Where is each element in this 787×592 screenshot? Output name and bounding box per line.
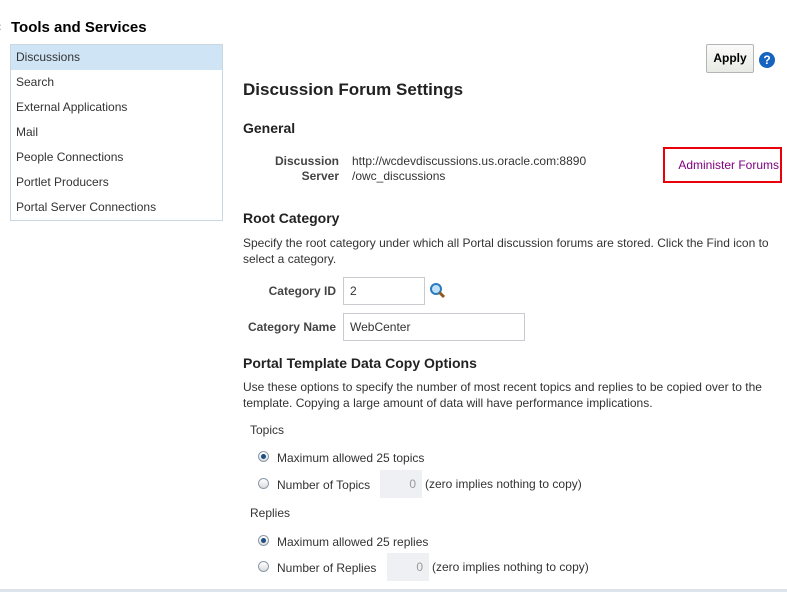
topics-number-radio[interactable] xyxy=(258,478,269,489)
root-category-description: Specify the root category under which al… xyxy=(243,236,769,266)
replies-label: Replies xyxy=(250,506,291,520)
general-heading: General xyxy=(243,120,296,136)
category-name-label: Category Name xyxy=(247,320,336,334)
sidebar-title: Tools and Services xyxy=(11,19,147,36)
topics-hint: (zero implies nothing to copy) xyxy=(425,477,582,491)
page-title: Discussion Forum Settings xyxy=(243,80,464,99)
replies-number-label: Number of Replies xyxy=(277,561,377,575)
replies-number-radio[interactable] xyxy=(258,561,269,572)
sidebar-item-search[interactable]: Search xyxy=(11,70,222,95)
category-name-input[interactable]: WebCenter xyxy=(343,313,525,341)
replies-max-label: Maximum allowed 25 replies xyxy=(277,535,429,549)
topics-max-radio[interactable] xyxy=(258,451,269,462)
copy-options-heading: Portal Template Data Copy Options xyxy=(243,355,477,371)
sidebar-item-portlet-producers[interactable]: Portlet Producers xyxy=(11,170,222,195)
topics-max-label: Maximum allowed 25 topics xyxy=(277,451,425,465)
label-line: Server xyxy=(301,169,339,183)
apply-button[interactable]: Apply xyxy=(706,44,754,73)
topics-label: Topics xyxy=(250,423,285,437)
value-line: /owc_discussions xyxy=(352,169,446,183)
category-id-input[interactable]: 2 xyxy=(343,277,425,305)
sidebar-item-portal-server-connections[interactable]: Portal Server Connections xyxy=(11,195,222,220)
root-category-heading: Root Category xyxy=(243,210,340,226)
topics-number-input[interactable]: 0 xyxy=(380,470,422,498)
copy-options-description: Use these options to specify the number … xyxy=(243,380,762,410)
replies-hint: (zero implies nothing to copy) xyxy=(432,560,589,574)
discussion-server-value: http://wcdevdiscussions.us.oracle.com:88… xyxy=(352,154,586,184)
replies-number-input[interactable]: 0 xyxy=(387,553,429,581)
sidebar-item-mail[interactable]: Mail xyxy=(11,120,222,145)
topics-number-label: Number of Topics xyxy=(277,478,371,492)
discussion-server-label: Discussion Server xyxy=(250,154,339,184)
find-search-icon[interactable] xyxy=(429,282,446,299)
sidebar-item-people-connections[interactable]: People Connections xyxy=(11,145,222,170)
value-line: http://wcdevdiscussions.us.oracle.com:88… xyxy=(352,154,587,168)
help-icon[interactable]: ? xyxy=(759,52,775,68)
label-line: Discussion xyxy=(274,154,339,168)
sidebar-item-external-applications[interactable]: External Applications xyxy=(11,95,222,120)
collapse-chevron-icon[interactable]: ‹ xyxy=(0,18,2,34)
sidebar-item-discussions[interactable]: Discussions xyxy=(11,45,222,70)
category-id-label: Category ID xyxy=(268,284,336,298)
administer-forums-highlight: Administer Forums xyxy=(663,147,782,183)
administer-forums-link[interactable]: Administer Forums xyxy=(678,158,779,172)
replies-max-radio[interactable] xyxy=(258,535,269,546)
sidebar-nav: Discussions Search External Applications… xyxy=(10,44,223,221)
